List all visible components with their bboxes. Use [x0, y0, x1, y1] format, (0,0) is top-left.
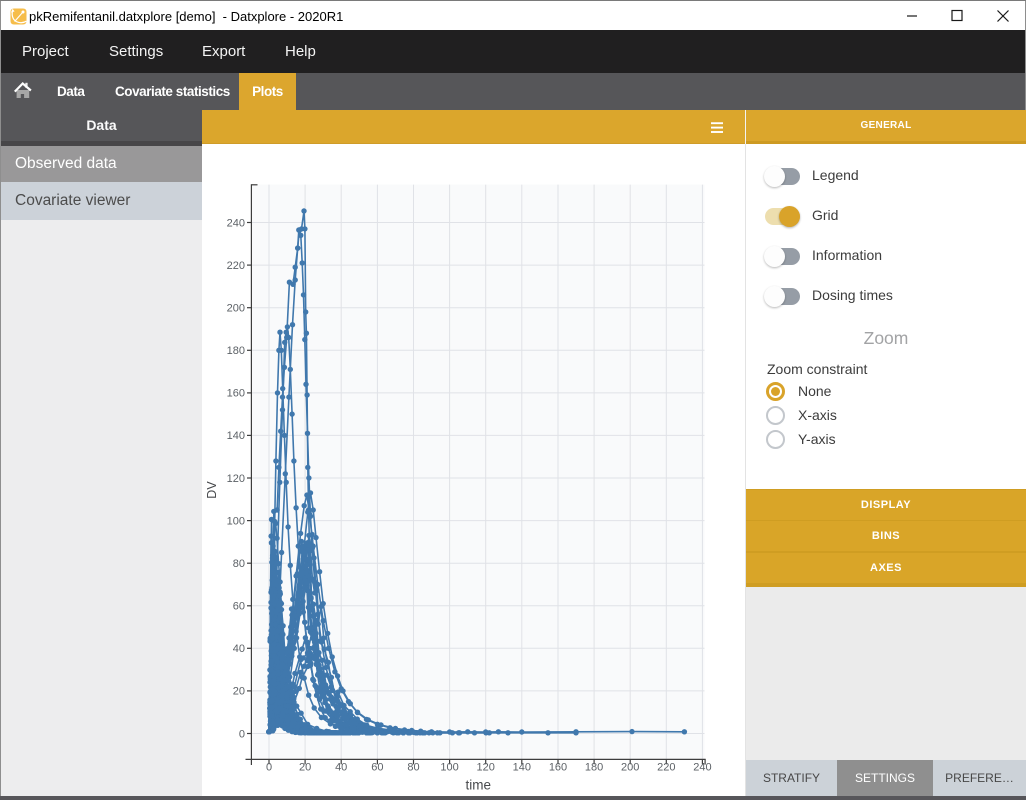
svg-text:100: 100 — [440, 762, 458, 774]
svg-text:120: 120 — [227, 473, 245, 485]
svg-text:40: 40 — [335, 762, 347, 774]
svg-text:20: 20 — [233, 686, 245, 698]
svg-text:60: 60 — [371, 762, 383, 774]
svg-text:60: 60 — [233, 601, 245, 613]
svg-text:120: 120 — [477, 762, 495, 774]
svg-text:240: 240 — [693, 762, 711, 774]
svg-text:140: 140 — [513, 762, 531, 774]
svg-text:20: 20 — [299, 762, 311, 774]
svg-text:80: 80 — [407, 762, 419, 774]
svg-text:100: 100 — [227, 515, 245, 527]
svg-text:180: 180 — [227, 345, 245, 357]
svg-text:time: time — [466, 778, 492, 793]
svg-text:200: 200 — [227, 303, 245, 315]
svg-text:140: 140 — [227, 430, 245, 442]
svg-text:180: 180 — [585, 762, 603, 774]
svg-text:DV: DV — [205, 481, 219, 499]
svg-text:220: 220 — [657, 762, 675, 774]
svg-text:200: 200 — [621, 762, 639, 774]
svg-text:40: 40 — [233, 643, 245, 655]
svg-text:80: 80 — [233, 558, 245, 570]
svg-text:0: 0 — [266, 762, 272, 774]
svg-text:0: 0 — [239, 728, 245, 740]
svg-text:160: 160 — [549, 762, 567, 774]
svg-text:240: 240 — [227, 217, 245, 229]
svg-text:220: 220 — [227, 260, 245, 272]
svg-text:160: 160 — [227, 388, 245, 400]
